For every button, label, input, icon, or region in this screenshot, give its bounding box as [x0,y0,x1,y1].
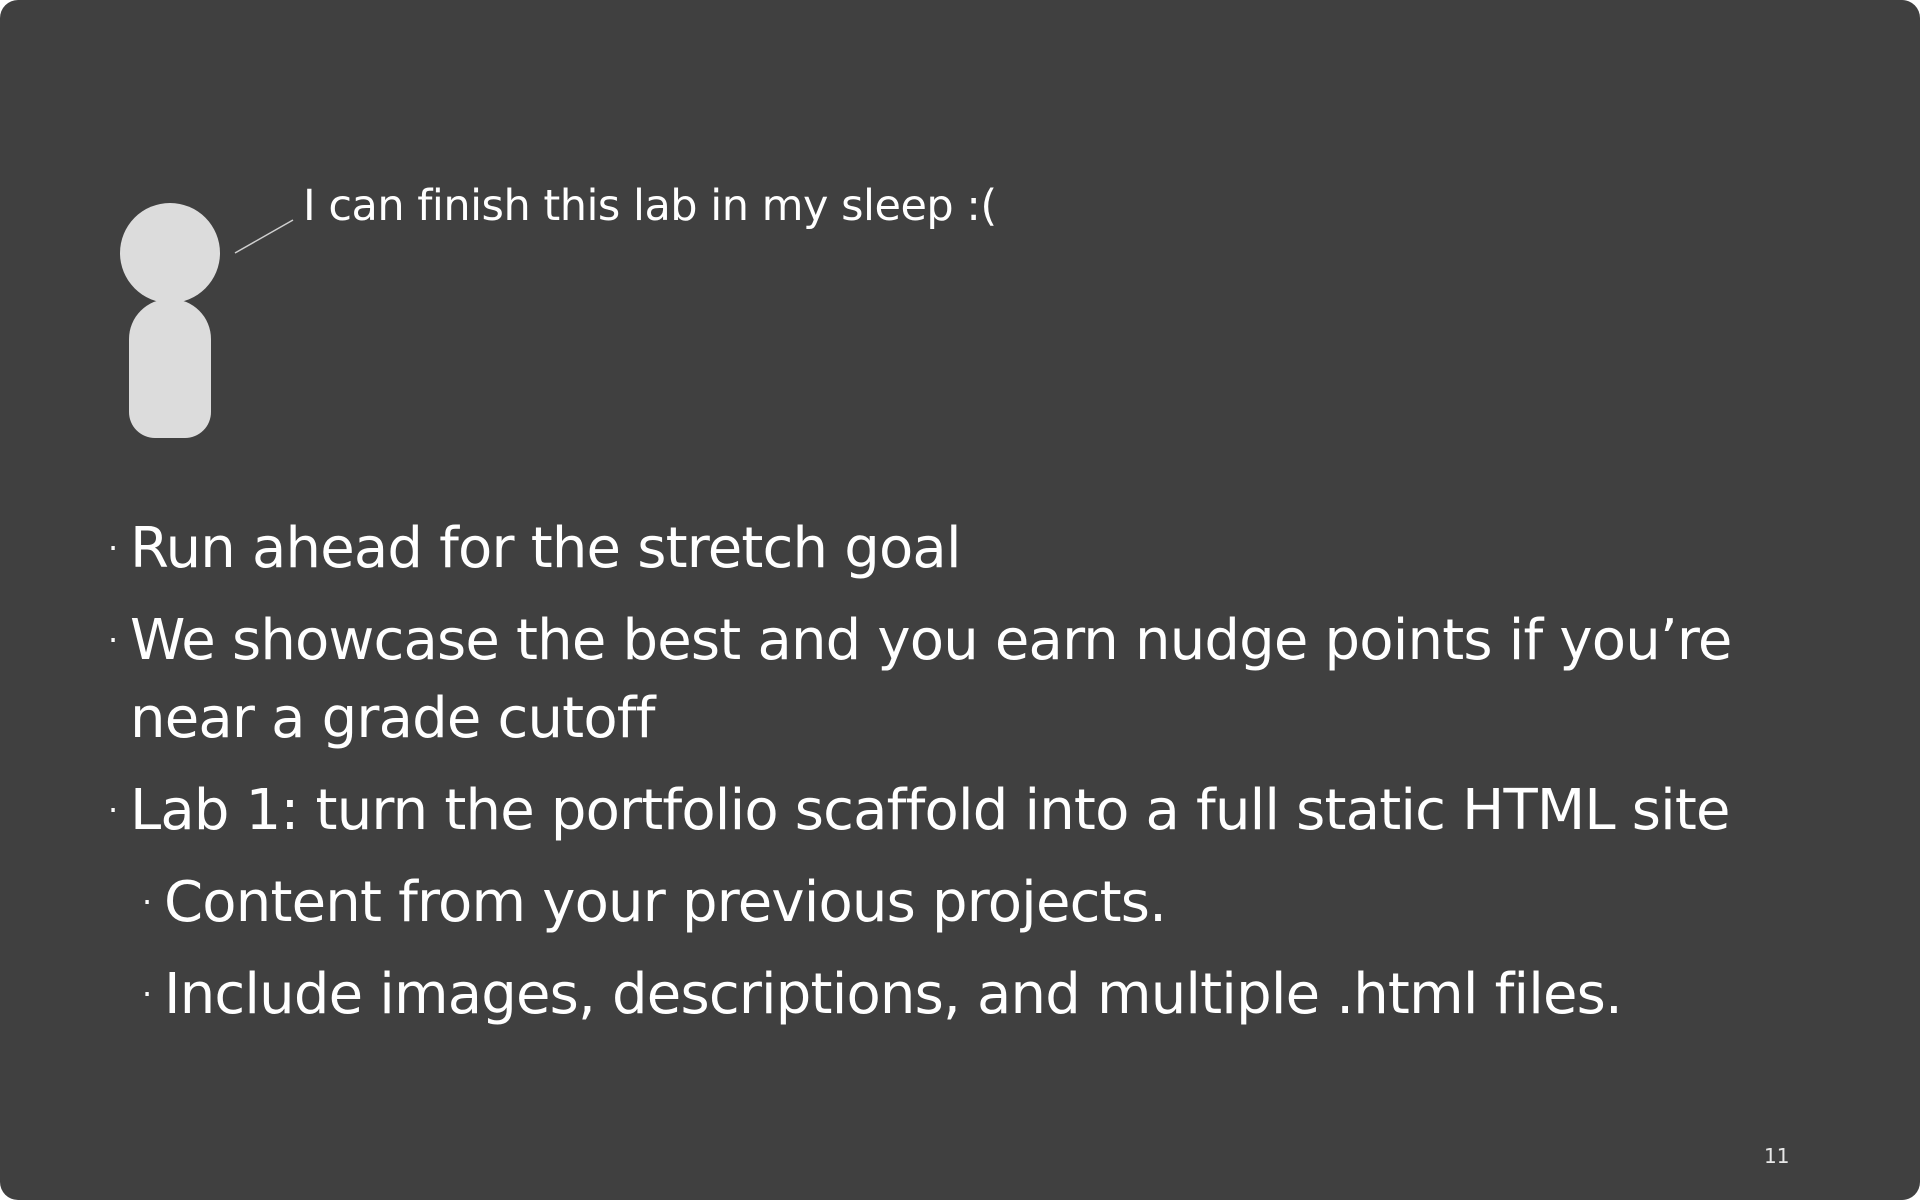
bullet-list: · Run ahead for the stretch goal · We sh… [108,510,1868,1048]
bullet-item: · We showcase the best and you earn nudg… [108,602,1868,758]
sub-bullet-item: · Content from your previous projects. [142,864,1868,942]
bullet-dot: · [108,529,118,567]
bullet-dot: · [142,975,152,1013]
bullet-item: · Run ahead for the stretch goal [108,510,1868,588]
bullet-text: Lab 1: turn the portfolio scaffold into … [130,778,1731,843]
person-body [129,299,211,438]
page-number: 11 [1764,1144,1790,1168]
slide: I can finish this lab in my sleep :( · R… [0,0,1920,1200]
speech-text: I can finish this lab in my sleep :( [303,181,997,231]
bullet-dot: · [108,621,118,659]
bullet-text: We showcase the best and you earn nudge … [130,608,1732,751]
bullet-dot: · [108,791,118,829]
bullet-text: Content from your previous projects. [164,870,1167,935]
bullet-item: · Lab 1: turn the portfolio scaffold int… [108,772,1868,850]
bullet-text: Include images, descriptions, and multip… [164,962,1623,1027]
bullet-dot: · [142,883,152,921]
sub-bullet-item: · Include images, descriptions, and mult… [142,956,1868,1034]
bullet-text: Run ahead for the stretch goal [130,516,962,581]
person-head [120,203,220,303]
person-silhouette-icon [120,203,222,438]
